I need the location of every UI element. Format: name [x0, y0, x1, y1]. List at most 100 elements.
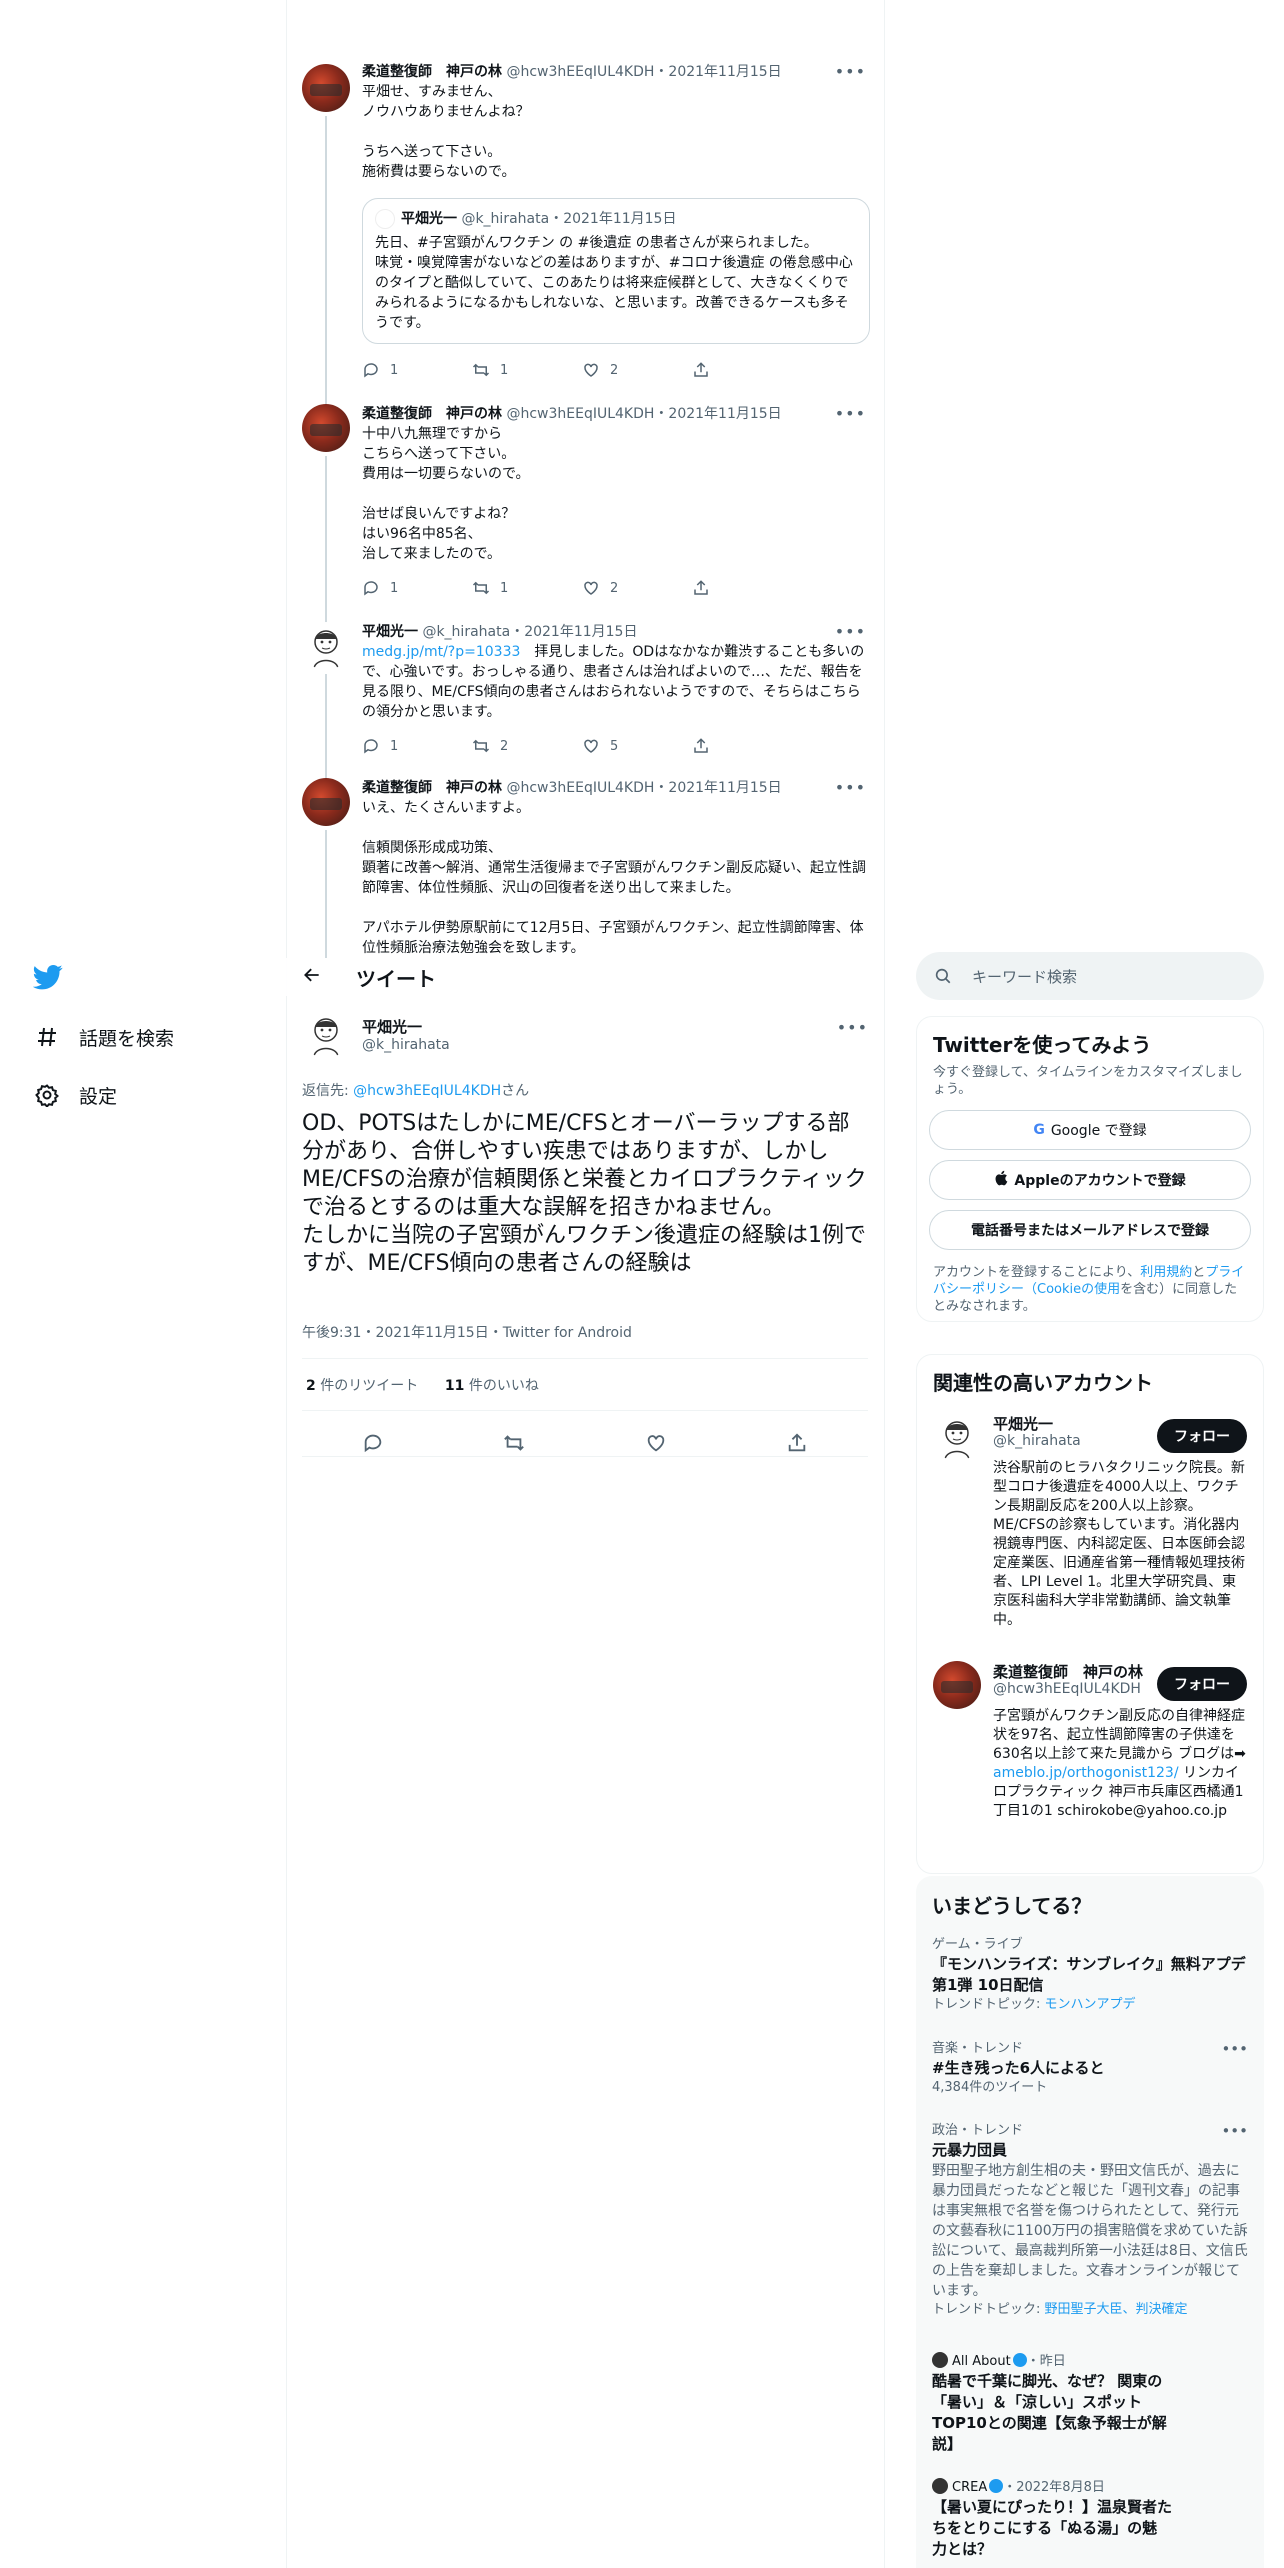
share-button[interactable]: [786, 1432, 808, 1456]
signup-card: Twitterを使ってみよう 今すぐ登録して、タイムラインをカスタマイズしましょ…: [916, 1016, 1264, 1322]
account-name[interactable]: 平畑光一: [993, 1413, 1053, 1434]
avatar[interactable]: [302, 404, 350, 452]
reply-button[interactable]: 1: [362, 360, 472, 380]
retweet-button[interactable]: 1: [472, 578, 582, 598]
like-button[interactable]: 5: [582, 736, 692, 756]
avatar[interactable]: [933, 1413, 981, 1461]
verified-icon: [1012, 2353, 1027, 2367]
thread-tweet[interactable]: 柔道整復師 神戸の林 @hcw3hEEqIUL4KDH・2021年11月15日 …: [302, 404, 874, 636]
author-name[interactable]: 平畑光一: [362, 624, 418, 640]
like-count: 2: [610, 362, 619, 378]
reply-button[interactable]: 1: [362, 736, 472, 756]
tweet-timestamp[interactable]: 午後9:31・2021年11月15日・Twitter for Android: [302, 1322, 632, 1342]
avatar[interactable]: [302, 622, 350, 670]
back-arrow-icon[interactable]: [302, 965, 338, 990]
nav-explore[interactable]: 話題を検索: [33, 1017, 174, 1057]
account-handle[interactable]: @k_hirahata: [993, 1433, 1081, 1449]
follow-button[interactable]: フォロー: [1157, 1419, 1247, 1453]
tweet-date[interactable]: 2021年11月15日: [524, 624, 637, 640]
more-icon[interactable]: •••: [835, 62, 866, 81]
author-name[interactable]: 平畑光一: [362, 1016, 422, 1037]
author-name[interactable]: 柔道整復師 神戸の林: [362, 64, 502, 80]
author-handle[interactable]: @k_hirahata: [362, 1037, 450, 1053]
retweet-button[interactable]: 2: [472, 736, 582, 756]
avatar[interactable]: [302, 778, 350, 826]
avatar[interactable]: [302, 1010, 350, 1058]
google-icon: G: [1033, 1122, 1045, 1138]
account-name[interactable]: 柔道整復師 神戸の林: [993, 1661, 1143, 1682]
nav-settings-label: 設定: [79, 1085, 118, 1108]
retweet-count: 1: [500, 362, 509, 378]
thread-tweet[interactable]: 柔道整復師 神戸の林 @hcw3hEEqIUL4KDH・2021年11月15日 …: [302, 778, 874, 958]
like-button[interactable]: 2: [582, 360, 692, 380]
trend-topic-link[interactable]: 野田聖子大臣、判決確定: [1045, 2302, 1188, 2317]
thread-tweet[interactable]: 柔道整復師 神戸の林 @hcw3hEEqIUL4KDH・2021年11月15日 …: [302, 62, 874, 406]
reply-button[interactable]: 1: [362, 578, 472, 598]
main-tweet-actions: [302, 1432, 868, 1456]
account-bio: 渋谷駅前のヒラハタクリニック院長。新型コロナ後遺症を4000人以上、ワクチン長期…: [993, 1460, 1245, 1628]
trend-item[interactable]: ••• 音楽・トレンド #生き残った6人によると 4,384件のツイート: [932, 2040, 1248, 2097]
avatar[interactable]: [933, 1661, 981, 1709]
quote-author-name: 平畑光一: [401, 211, 457, 227]
thread-tweet[interactable]: 平畑光一 @k_hirahata・2021年11月15日 medg.jp/mt/…: [302, 622, 874, 794]
reply-count: 1: [390, 738, 399, 754]
tweet-date[interactable]: 2021年11月15日: [668, 64, 781, 80]
google-signup-button[interactable]: G Google で登録: [929, 1110, 1251, 1150]
page-header: ツイート: [286, 958, 884, 996]
like-button[interactable]: [645, 1432, 667, 1456]
trend-item[interactable]: ゲーム・ライブ 『モンハンライズ：サンブレイク』無料アプデ第1弾 10日配信 ト…: [932, 1936, 1248, 2014]
trend-item[interactable]: ••• 政治・トレンド 元暴力団員 野田聖子地方創生相の夫・野田文信氏が、過去に…: [932, 2122, 1248, 2319]
author-handle[interactable]: @hcw3hEEqIUL4KDH: [506, 780, 654, 796]
phone-email-signup-button[interactable]: 電話番号またはメールアドレスで登録: [929, 1210, 1251, 1250]
reply-count: 1: [390, 580, 399, 596]
more-icon[interactable]: •••: [1221, 2122, 1248, 2140]
news-item[interactable]: CREA ・2022年8月8日 【暑い夏にぴったり！】温泉賢者たちをとりこにする「…: [932, 2478, 1248, 2560]
search-box[interactable]: キーワード検索: [916, 952, 1264, 1000]
tweet-actions: 1 1 2: [362, 360, 802, 380]
avatar[interactable]: [302, 64, 350, 112]
thread-connector: [325, 456, 327, 636]
reply-to-handle[interactable]: @hcw3hEEqIUL4KDH: [353, 1083, 501, 1099]
author-handle[interactable]: @hcw3hEEqIUL4KDH: [506, 406, 654, 422]
terms-link[interactable]: 利用規約: [1140, 1265, 1192, 1280]
author-name[interactable]: 柔道整復師 神戸の林: [362, 406, 502, 422]
twitter-logo-icon[interactable]: [32, 962, 63, 992]
tweet-actions: 1 1 2: [362, 578, 802, 598]
like-button[interactable]: 2: [582, 578, 692, 598]
share-button[interactable]: [692, 360, 802, 380]
author-handle[interactable]: @k_hirahata: [422, 624, 510, 640]
share-button[interactable]: [692, 578, 802, 598]
tweet-stats: 2 件のリツイート 11 件のいいね: [306, 1375, 539, 1395]
account-handle[interactable]: @hcw3hEEqIUL4KDH: [993, 1681, 1141, 1697]
tweet-link[interactable]: medg.jp/mt/?p=10333: [362, 644, 520, 660]
more-icon[interactable]: •••: [835, 622, 866, 641]
author-handle[interactable]: @hcw3hEEqIUL4KDH: [506, 64, 654, 80]
tweet-date[interactable]: 2021年11月15日: [668, 406, 781, 422]
signup-legal: アカウントを登録することにより、利用規約とプライバシーポリシー（Cookieの使…: [933, 1265, 1245, 1314]
bio-link[interactable]: ameblo.jp/orthogonist123/: [993, 1765, 1179, 1781]
more-icon[interactable]: •••: [835, 404, 866, 423]
reply-to: 返信先: @hcw3hEEqIUL4KDHさん: [302, 1083, 530, 1099]
more-icon[interactable]: •••: [835, 778, 866, 797]
trend-topic-link[interactable]: モンハンアプデ: [1045, 1997, 1136, 2012]
left-column-divider: [286, 0, 287, 2568]
signup-subtitle: 今すぐ登録して、タイムラインをカスタマイズしましょう。: [933, 1065, 1243, 1097]
right-column-divider: [884, 0, 885, 2568]
nav-settings[interactable]: 設定: [33, 1075, 117, 1115]
follow-button[interactable]: フォロー: [1157, 1667, 1247, 1701]
news-item[interactable]: All About ・昨日 酷暑で千葉に脚光、なぜ？ 関東の「暑い」＆「涼しい」ス…: [932, 2352, 1248, 2455]
retweet-button[interactable]: 1: [472, 360, 582, 380]
quoted-tweet[interactable]: 平畑光一 @k_hirahata ・ 2021年11月15日 先日、#子宮頸がんワク…: [362, 198, 870, 344]
retweet-button[interactable]: [503, 1432, 525, 1456]
more-icon[interactable]: •••: [837, 1018, 868, 1037]
tweet-date[interactable]: 2021年11月15日: [668, 780, 781, 796]
main-tweet-text: OD、POTSはたしかにME/CFSとオーバーラップする部分があり、合併しやすい…: [302, 1111, 867, 1276]
reply-button[interactable]: [362, 1432, 384, 1456]
more-icon[interactable]: •••: [1221, 2040, 1248, 2058]
author-name[interactable]: 柔道整復師 神戸の林: [362, 780, 502, 796]
likes-stat[interactable]: 11 件のいいね: [445, 1378, 539, 1394]
share-button[interactable]: [692, 736, 802, 756]
retweets-stat[interactable]: 2 件のリツイート: [306, 1378, 418, 1394]
apple-signup-button[interactable]: Appleのアカウントで登録: [929, 1160, 1251, 1200]
trends-title: いまどうしてる？: [932, 1894, 1092, 1918]
